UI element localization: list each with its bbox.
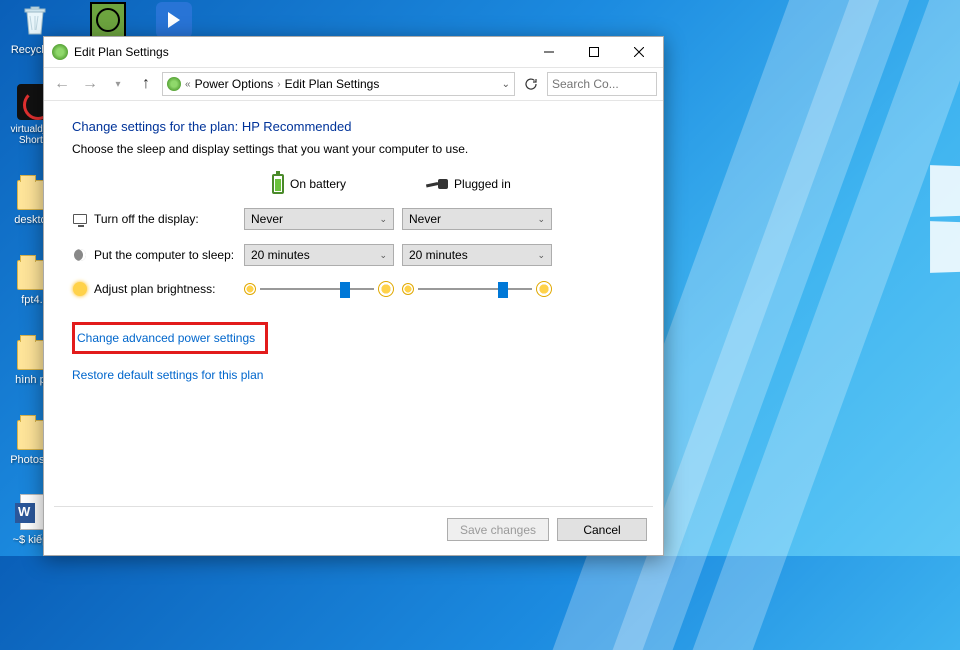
dropdown-value: 20 minutes (409, 248, 468, 262)
app-icon (90, 2, 126, 38)
divider (54, 506, 653, 507)
row-label: Turn off the display: (94, 212, 199, 226)
breadcrumb-item[interactable]: Edit Plan Settings (285, 77, 380, 91)
up-button[interactable]: ↑ (134, 72, 158, 96)
page-subheading: Choose the sleep and display settings th… (72, 142, 647, 156)
sun-small-icon (402, 283, 414, 295)
power-options-icon (52, 44, 68, 60)
recent-button[interactable]: ▾ (106, 72, 130, 96)
battery-icon (272, 174, 284, 194)
column-label: On battery (290, 177, 346, 191)
brightness-plugged-slider[interactable] (418, 280, 532, 298)
sleep-plugged-dropdown[interactable]: 20 minutes ⌄ (402, 244, 552, 266)
row-label: Put the computer to sleep: (94, 248, 234, 262)
row-brightness: Adjust plan brightness: (72, 280, 647, 298)
breadcrumb-lead: « (185, 79, 191, 90)
row-label: Adjust plan brightness: (94, 282, 215, 296)
column-headers: On battery Plugged in (272, 174, 647, 194)
links-section: Change advanced power settings Restore d… (72, 322, 647, 382)
monitor-icon (72, 211, 88, 227)
dropdown-value: 20 minutes (251, 248, 310, 262)
page-heading: Change settings for the plan: HP Recomme… (72, 119, 647, 134)
close-button[interactable] (616, 38, 661, 67)
minimize-button[interactable] (526, 38, 571, 67)
breadcrumb[interactable]: « Power Options › Edit Plan Settings ⌄ (162, 72, 515, 96)
back-button[interactable]: ← (50, 72, 74, 96)
chevron-down-icon: ⌄ (537, 214, 545, 225)
sun-icon (72, 281, 88, 297)
sleep-battery-dropdown[interactable]: 20 minutes ⌄ (244, 244, 394, 266)
content-area: Change settings for the plan: HP Recomme… (44, 101, 663, 394)
column-label: Plugged in (454, 177, 511, 191)
display-plugged-dropdown[interactable]: Never ⌄ (402, 208, 552, 230)
save-button: Save changes (447, 518, 549, 541)
on-battery-header: On battery (272, 174, 346, 194)
sun-large-icon (536, 281, 552, 297)
change-advanced-link[interactable]: Change advanced power settings (77, 331, 255, 345)
search-input[interactable] (547, 72, 657, 96)
dropdown-value: Never (409, 212, 441, 226)
moon-icon (72, 247, 88, 263)
cancel-button[interactable]: Cancel (557, 518, 647, 541)
restore-defaults-link[interactable]: Restore default settings for this plan (72, 368, 263, 382)
plug-icon (426, 179, 448, 189)
titlebar[interactable]: Edit Plan Settings (44, 37, 663, 67)
brightness-battery-slider[interactable] (260, 280, 374, 298)
plugged-in-header: Plugged in (426, 174, 511, 194)
maximize-button[interactable] (571, 38, 616, 67)
power-options-icon (167, 77, 181, 91)
brightness-plugged-cell (402, 280, 552, 298)
chevron-down-icon: ⌄ (379, 214, 387, 225)
edit-plan-settings-window: Edit Plan Settings ← → ▾ ↑ « Power Optio… (43, 36, 664, 556)
refresh-button[interactable] (519, 72, 543, 96)
address-dropdown[interactable]: ⌄ (502, 79, 510, 90)
dropdown-value: Never (251, 212, 283, 226)
sun-small-icon (244, 283, 256, 295)
window-title: Edit Plan Settings (74, 45, 169, 59)
button-bar: Save changes Cancel (447, 518, 647, 541)
play-icon (156, 2, 192, 38)
chevron-right-icon: › (277, 79, 280, 90)
address-bar: ← → ▾ ↑ « Power Options › Edit Plan Sett… (44, 67, 663, 101)
row-turn-off-display: Turn off the display: Never ⌄ Never ⌄ (72, 208, 647, 230)
chevron-down-icon: ⌄ (537, 250, 545, 261)
row-sleep: Put the computer to sleep: 20 minutes ⌄ 2… (72, 244, 647, 266)
brightness-battery-cell (244, 280, 394, 298)
sun-large-icon (378, 281, 394, 297)
breadcrumb-item[interactable]: Power Options (195, 77, 274, 91)
chevron-down-icon: ⌄ (379, 250, 387, 261)
highlight-box: Change advanced power settings (72, 322, 268, 354)
forward-button[interactable]: → (78, 72, 102, 96)
display-battery-dropdown[interactable]: Never ⌄ (244, 208, 394, 230)
